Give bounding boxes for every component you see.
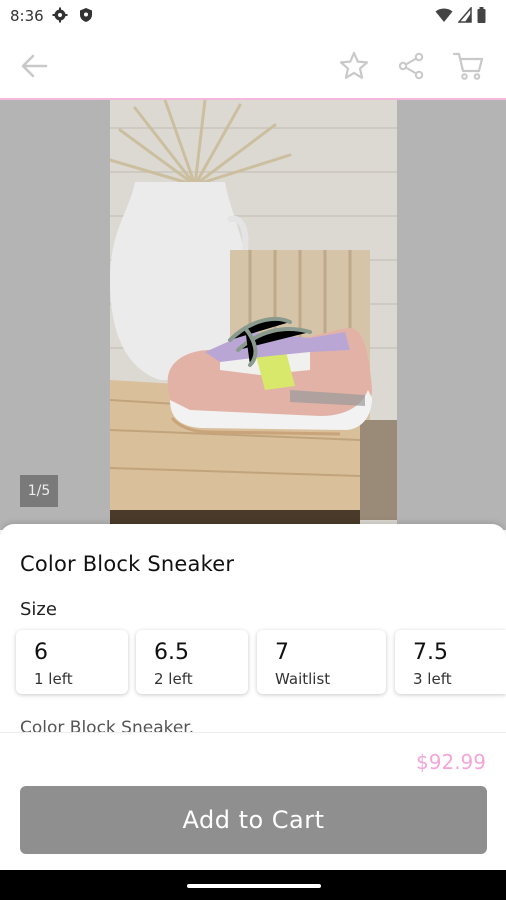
size-option-7[interactable]: 7 Waitlist [257,630,386,694]
add-to-cart-button[interactable]: Add to Cart [20,786,487,854]
size-value: 6 [34,640,48,665]
product-screen: 8:36 1/5 Color Block Sneaker Size 6 1 le… [0,0,506,900]
settings-icon [52,7,68,23]
product-image-gallery[interactable]: 1/5 [0,100,506,530]
product-description: Color Block Sneaker. [20,718,195,738]
back-arrow-icon [21,54,48,78]
size-stock: 1 left [34,670,73,688]
battery-icon [477,7,486,23]
wifi-icon [435,8,453,22]
size-option-6-5[interactable]: 6.5 2 left [136,630,248,694]
sneaker-photo-illustration [110,100,397,530]
size-option-6[interactable]: 6 1 left [16,630,128,694]
size-options: 6 1 left 6.5 2 left 7 Waitlist 7.5 3 lef… [16,630,506,696]
product-details-sheet: Color Block Sneaker Size 6 1 left 6.5 2 … [0,524,506,900]
status-bar: 8:36 [0,0,506,32]
top-app-bar [0,32,506,100]
product-price: $92.99 [416,750,486,774]
product-title: Color Block Sneaker [20,552,235,576]
size-stock: 2 left [154,670,193,688]
size-value: 6.5 [154,640,189,665]
size-option-7-5[interactable]: 7.5 3 left [395,630,506,694]
home-gesture-handle[interactable] [187,884,321,888]
size-stock: Waitlist [275,670,331,688]
size-label: Size [20,599,57,620]
signal-icon [458,7,472,23]
size-stock: 3 left [413,670,452,688]
star-icon [339,51,369,79]
size-value: 7 [275,640,289,665]
cart-button[interactable] [450,48,486,84]
shield-icon [80,8,92,22]
cart-icon [452,52,484,80]
share-icon [398,52,424,80]
share-button[interactable] [393,48,429,84]
favorite-button[interactable] [336,48,372,84]
size-value: 7.5 [413,640,448,665]
status-time: 8:36 [10,7,44,25]
back-button[interactable] [16,48,52,84]
system-navigation-bar [0,870,506,900]
image-pager-indicator: 1/5 [20,475,58,507]
product-photo [110,100,397,530]
section-divider [0,732,506,733]
